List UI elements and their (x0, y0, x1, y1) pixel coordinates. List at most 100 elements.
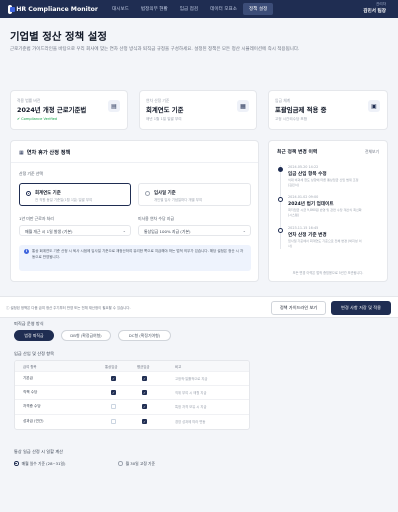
wage-item-note: 고정적·일률적으로 지급 (175, 377, 208, 382)
unused-leave-select[interactable]: 통상임금 100% 지급 (기본) ⌄ (138, 225, 251, 236)
history-item-desc: 입사일 기준에서 회계연도 기준으로 전체 변경 (박지성 이사) (288, 239, 362, 248)
option-desc: 개인별 입사 기념일마다 개별 부여 (154, 198, 202, 202)
tab-wage-check[interactable]: 임금 점검 (174, 3, 204, 15)
summary-label: 임금 체계 (275, 98, 291, 103)
user-name: 김민서 팀장 (363, 9, 386, 14)
app-title: HR Compliance Monitor (16, 5, 98, 13)
radio-calendar-days[interactable] (14, 461, 19, 466)
wage-item-note: 경영 성과에 따라 변동 (175, 420, 206, 425)
option-title: 입사일 기준 (154, 191, 176, 196)
history-time: 2023.11.15 16:45 (288, 226, 319, 230)
timeline-line (280, 165, 281, 249)
wage-item-name: 성과급 (연간) (23, 419, 44, 424)
pill-db-type[interactable]: DB형 (확정급여형) (61, 330, 111, 341)
unused-leave-label: 미사용 연차 수당 지급 (138, 216, 174, 221)
page-title: 기업별 정산 정책 설정 (10, 31, 107, 43)
summary-sub: 매년 1월 1일 일괄 부여 (146, 117, 182, 121)
summary-card-wage-system: 임금 체계 포괄임금제 적용 중 고정 시간외수당 포함 ▣ (268, 90, 388, 130)
summary-value: 2024년 개정 근로기준법 (17, 106, 87, 114)
wage-item-name: 직책 수당 (23, 390, 38, 395)
user-menu[interactable]: 관리자 김민서 팀장 (363, 2, 386, 14)
col-item: 급여 항목 (23, 364, 37, 369)
history-time: 2024.01.02 09:00 (288, 195, 319, 199)
user-role: 관리자 (376, 2, 386, 6)
document-icon: ▤ (108, 100, 120, 112)
wage-item-name: 자격증 수당 (23, 404, 41, 409)
action-note: ⓘ 설정된 정책은 다음 급여 정산 주기부터 반영 또는 전체 재산정이 필요… (6, 306, 131, 310)
pill-statutory-retirement[interactable]: 법정 퇴직금 (14, 330, 54, 341)
calendar-icon: ▦ (237, 100, 249, 112)
summary-card-law-version: 적용 법률 버전 2024년 개정 근로기준법 ✔ Compliance Ver… (10, 90, 128, 130)
table-row: 직책 수당 ✓ ✓ 직위 부여 시 매월 지급 (15, 386, 249, 401)
first-year-label: 1년 미만 근로자 처리 (19, 216, 54, 221)
top-nav: HR Compliance Monitor 대시보드 법정의무 현황 임금 점검… (0, 0, 398, 18)
summary-value: 포괄임금제 적용 중 (275, 106, 327, 114)
average-wage-checkbox[interactable]: ✓ (142, 404, 147, 410)
logo-mark-icon (8, 4, 16, 14)
col-average-wage: 평균임금 (137, 364, 150, 369)
history-footer: 모든 변경 이력은 법적 증빙용으로 5년간 보관됩니다. (292, 271, 364, 275)
leave-policy-card: ▦ 연차 휴가 산정 정책 산정 기준 선택 회계연도 기준 전 직원 동일 기준… (10, 140, 259, 282)
daily-option-calendar-days[interactable]: 매월 일수 기준 (28~31일) (14, 459, 65, 468)
table-row: 성과급 (연간) ✓ 경영 성과에 따라 변동 (15, 415, 249, 429)
view-all-link[interactable]: 전체보기 (365, 149, 379, 155)
normal-wage-checkbox[interactable] (111, 419, 116, 425)
history-time: 2024.05.20 14:22 (288, 165, 319, 169)
info-icon: i (24, 249, 29, 254)
average-wage-checkbox[interactable]: ✓ (142, 419, 147, 425)
summary-sub: 고정 시간외수당 포함 (275, 117, 308, 121)
option-hire-date[interactable]: 입사일 기준 개인별 입사 기념일마다 개별 부여 (138, 183, 251, 206)
divider (11, 162, 258, 163)
nav-tabs: 대시보드 법정의무 현황 임금 점검 데이터 모표소 정책 설정 (106, 0, 274, 18)
history-item-title: 임금 산입 항목 수정 (288, 172, 327, 177)
radio-fixed-30[interactable] (118, 461, 123, 466)
history-item-desc: 식대 비과세 한도 상향에 따른 통상임금 산입 범위 조정 (김민서) (288, 178, 359, 187)
radio-hire-date[interactable] (145, 191, 150, 196)
chevron-down-icon: ⌄ (122, 228, 126, 233)
wage-items-label: 임금 산입 및 산정 항목 (14, 351, 54, 356)
wage-item-note: 직위 부여 시 매월 지급 (175, 391, 207, 396)
summary-value: 회계연도 기준 (146, 106, 184, 114)
wage-item-name: 기본급 (23, 376, 33, 381)
history-item-title: 연차 산정 기준 변경 (288, 233, 327, 238)
timeline-dot (278, 197, 283, 202)
col-normal-wage: 통상임금 (105, 364, 118, 369)
history-item-desc: 최저임금 시급 9,860원 반영 및 관련 수당 계산식 최신화 (시스템) (288, 208, 362, 217)
tab-data[interactable]: 데이터 모표소 (204, 3, 243, 15)
retirement-label: 퇴직금 운영 방식 (14, 321, 44, 326)
radio-fiscal-year[interactable] (26, 191, 31, 196)
option-title: 회계연도 기준 (35, 191, 61, 196)
col-note: 비고 (175, 364, 182, 369)
policy-guide-button[interactable]: 정책 가이드라인 보기 (271, 301, 326, 315)
pill-dc-type[interactable]: DC형 (확정기여형) (118, 330, 171, 341)
leave-policy-title: ▦ 연차 휴가 산정 정책 (19, 149, 71, 157)
tab-dashboard[interactable]: 대시보드 (106, 3, 135, 15)
option-desc: 전 직원 동일 기준일(1월 1일) 일괄 부여 (35, 198, 93, 202)
wallet-icon: ▣ (368, 100, 380, 112)
table-row: 자격증 수당 ✓ 특정 자격 보유 시 지급 (15, 400, 249, 415)
timeline-dot (278, 167, 283, 172)
action-bar: ⓘ 설정된 정책은 다음 급여 정산 주기부터 반영 또는 전체 재산정이 필요… (0, 296, 398, 318)
tab-legal-duty[interactable]: 법정의무 현황 (135, 3, 174, 15)
normal-wage-checkbox[interactable]: ✓ (111, 376, 116, 382)
app-logo[interactable]: HR Compliance Monitor (8, 4, 98, 14)
summary-label: 적용 법률 버전 (17, 98, 41, 103)
compliance-status: ✔ Compliance Verified (17, 117, 58, 121)
basis-label: 산정 기준 선택 (19, 171, 43, 176)
summary-label: 연차 산정 기준 (146, 98, 170, 103)
normal-wage-checkbox[interactable] (111, 404, 116, 410)
history-item-title: 2024년 법기 업데이트 (288, 202, 334, 207)
average-wage-checkbox[interactable]: ✓ (142, 376, 147, 382)
normal-wage-checkbox[interactable]: ✓ (111, 390, 116, 396)
first-year-select[interactable]: 매월 개근 시 1일 발생 (기본) ⌄ (19, 225, 131, 236)
daily-option-fixed-30[interactable]: 월 30일 고정 기준 (118, 459, 155, 468)
timeline-dot (278, 228, 283, 233)
average-wage-checkbox[interactable]: ✓ (142, 390, 147, 396)
tab-policy-settings[interactable]: 정책 설정 (242, 3, 274, 15)
wage-item-note: 특정 자격 보유 시 지급 (175, 405, 207, 410)
daily-calc-label: 통상 일급 산정 시 일할 계산 (14, 449, 64, 454)
option-fiscal-year[interactable]: 회계연도 기준 전 직원 동일 기준일(1월 1일) 일괄 부여 (19, 183, 131, 206)
save-apply-button[interactable]: 변경 사항 저장 및 적용 (331, 301, 391, 315)
calendar-icon: ▦ (19, 149, 24, 156)
table-header-row: 급여 항목 통상임금 평균임금 비고 (15, 361, 249, 372)
